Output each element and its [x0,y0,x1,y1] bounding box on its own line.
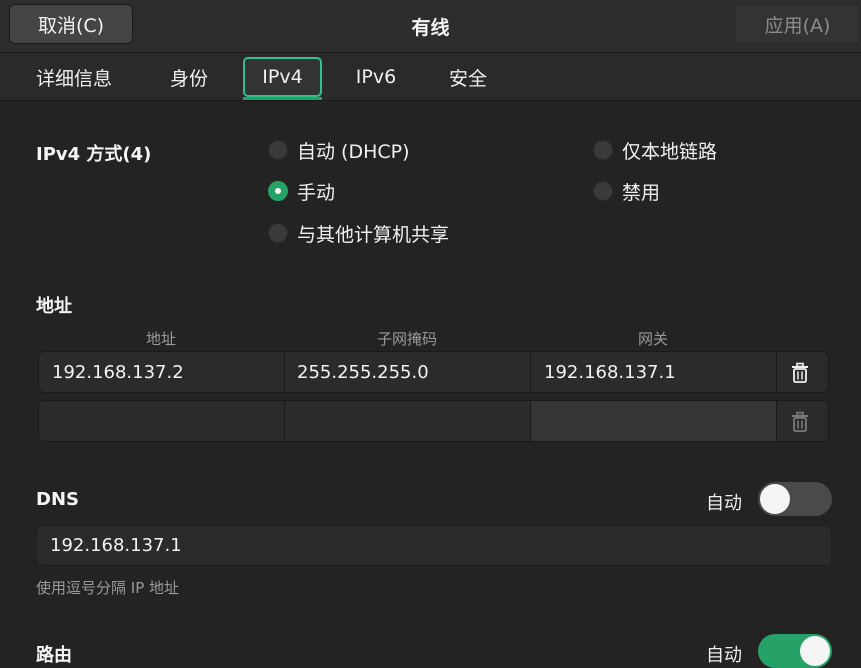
window-title: 有线 [411,17,450,39]
address-row-empty [38,400,829,442]
dns-auto-label: 自动 [706,493,742,514]
tab-bar: 详细信息 身份 IPv4 IPv6 安全 [0,53,861,101]
radio-label: 与其他计算机共享 [297,223,450,246]
apply-button[interactable]: 应用(A) [735,4,860,44]
routes-auto-label: 自动 [706,645,742,666]
radio-label: 仅本地链路 [622,140,718,163]
radio-label: 禁用 [622,181,661,204]
delete-row-icon[interactable] [789,362,811,384]
radio-manual[interactable]: 手动 [268,178,335,204]
tab-ipv4[interactable]: IPv4 [243,57,322,97]
address-field[interactable] [39,401,285,441]
header-bar: 取消(C) 有线 应用(A) [0,0,861,53]
tab-security[interactable]: 安全 [432,57,504,97]
switch-knob [760,484,790,514]
active-tab-indicator [243,97,322,100]
network-settings-window: 取消(C) 有线 应用(A) 详细信息 身份 IPv4 IPv6 安全 IPv4… [0,0,861,668]
dns-auto-switch[interactable] [758,482,832,516]
radio-indicator [268,223,288,243]
tab-identity[interactable]: 身份 [150,57,228,97]
radio-link-local[interactable]: 仅本地链路 [593,137,717,163]
radio-disabled[interactable]: 禁用 [593,178,660,204]
tab-details[interactable]: 详细信息 [18,57,130,97]
dns-hint: 使用逗号分隔 IP 地址 [36,579,180,597]
gateway-field[interactable]: 192.168.137.1 [531,352,777,392]
radio-indicator [268,140,288,160]
radio-indicator [593,140,613,160]
routes-label: 路由 [36,645,72,666]
radio-auto-dhcp[interactable]: 自动 (DHCP) [268,137,410,163]
addresses-label: 地址 [36,296,72,317]
column-header-netmask: 子网掩码 [376,330,437,348]
gateway-field[interactable] [531,401,777,441]
netmask-field[interactable] [285,401,531,441]
routes-auto-switch[interactable] [758,634,832,668]
netmask-field[interactable]: 255.255.255.0 [285,352,531,392]
radio-label: 手动 [297,181,336,204]
delete-row-icon [792,411,808,432]
tab-ipv6[interactable]: IPv6 [340,57,412,97]
radio-indicator-selected [268,181,288,201]
dns-input[interactable]: 192.168.137.1 [36,525,832,566]
column-header-address: 地址 [145,330,176,348]
ipv4-method-label: IPv4 方式(4) [36,144,152,165]
column-header-gateway: 网关 [637,330,668,348]
radio-shared[interactable]: 与其他计算机共享 [268,220,449,246]
address-row: 192.168.137.2 255.255.255.0 192.168.137.… [38,351,829,393]
radio-indicator [593,181,613,201]
dns-label: DNS [36,489,79,510]
radio-label: 自动 (DHCP) [297,140,410,163]
address-field[interactable]: 192.168.137.2 [39,352,285,392]
switch-knob [800,636,830,666]
